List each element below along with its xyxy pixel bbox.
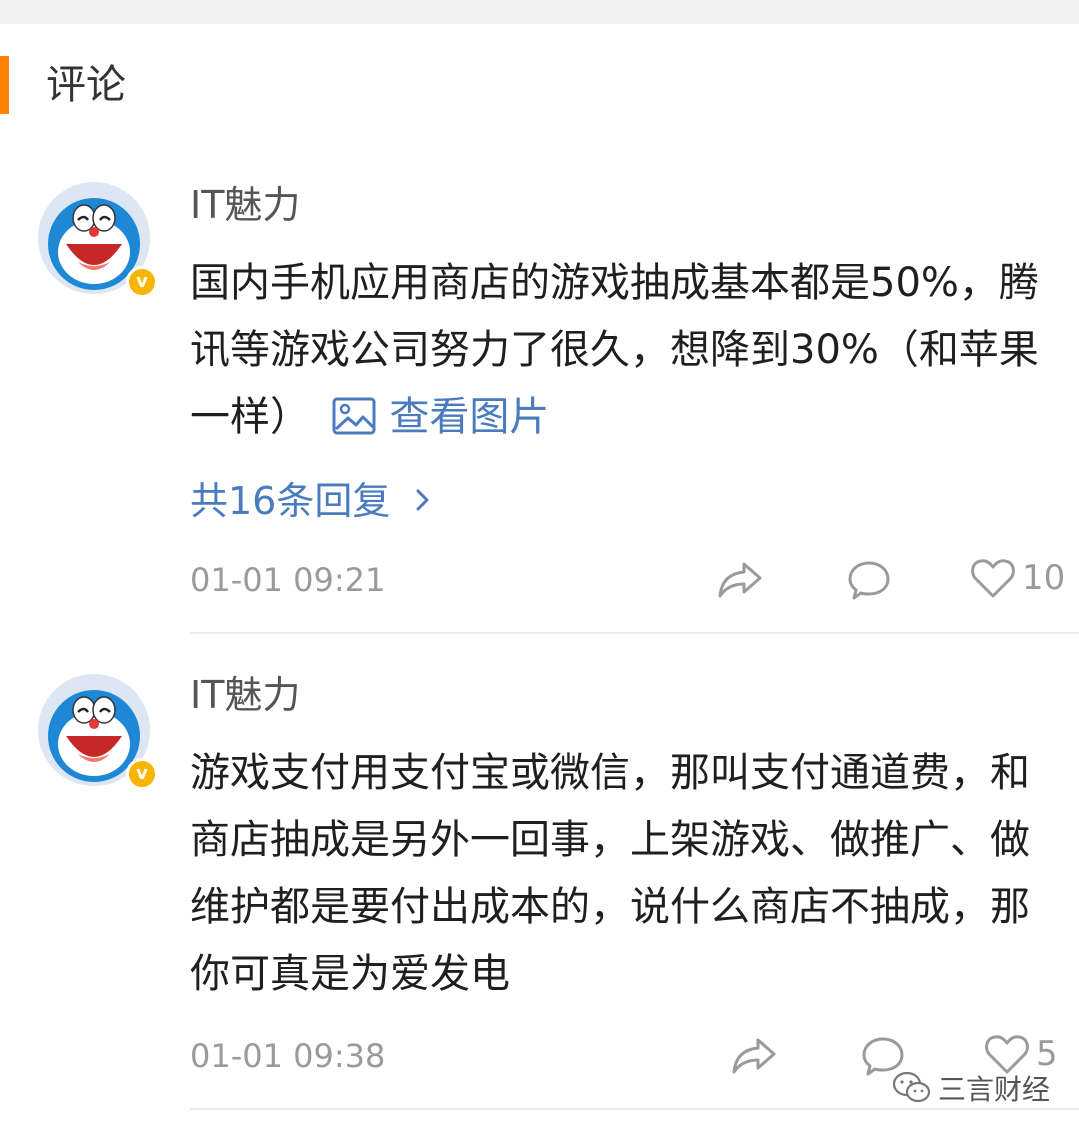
- top-strip: [0, 0, 1079, 24]
- share-button[interactable]: [730, 1032, 778, 1080]
- replies-link[interactable]: 共16条回复: [190, 478, 434, 524]
- wechat-icon: [892, 1071, 931, 1103]
- comments-section-header: 评论: [0, 56, 400, 116]
- share-icon: [732, 1038, 776, 1074]
- comment-text-content: 国内手机应用商店的游戏抽成基本都是50%，腾讯等游戏公司努力了很久，想降到30%…: [190, 260, 1039, 440]
- comment-timestamp: 01-01 09:21: [190, 561, 386, 599]
- replies-label: 共16条回复: [190, 479, 391, 523]
- divider: [190, 1108, 1079, 1110]
- verified-badge: v: [126, 758, 158, 790]
- verified-badge: v: [126, 266, 158, 298]
- section-title: 评论: [46, 62, 126, 108]
- comment-bubble-icon: [848, 561, 890, 600]
- avatar[interactable]: v: [38, 182, 158, 298]
- avatar[interactable]: v: [38, 674, 158, 790]
- divider: [190, 632, 1079, 634]
- like-button[interactable]: 10: [970, 554, 1065, 602]
- share-button[interactable]: [716, 556, 764, 604]
- chevron-right-icon: [416, 489, 429, 511]
- heart-icon: [971, 559, 1015, 598]
- comment-text: 国内手机应用商店的游戏抽成基本都是50%，腾讯等游戏公司努力了很久，想降到30%…: [190, 250, 1050, 451]
- comment-text-content: 游戏支付用支付宝或微信，那叫支付通道费，和商店抽成是另外一回事，上架游戏、做推广…: [190, 750, 1030, 997]
- image-icon: [332, 397, 376, 435]
- view-picture-label: 查看图片: [389, 394, 550, 440]
- share-icon: [718, 562, 762, 598]
- comment-text: 游戏支付用支付宝或微信，那叫支付通道费，和商店抽成是另外一回事，上架游戏、做推广…: [190, 740, 1050, 1008]
- comment-username[interactable]: IT魅力: [190, 182, 300, 228]
- comment-button[interactable]: [846, 556, 892, 604]
- comment-username[interactable]: IT魅力: [190, 672, 300, 718]
- watermark-text: 三言财经: [938, 1073, 1051, 1106]
- watermark: 三言财经: [892, 1068, 1050, 1108]
- view-picture-link[interactable]: 查看图片: [323, 394, 550, 440]
- accent-bar: [0, 56, 9, 114]
- comment-timestamp: 01-01 09:38: [190, 1037, 386, 1075]
- like-count: 10: [1022, 558, 1066, 598]
